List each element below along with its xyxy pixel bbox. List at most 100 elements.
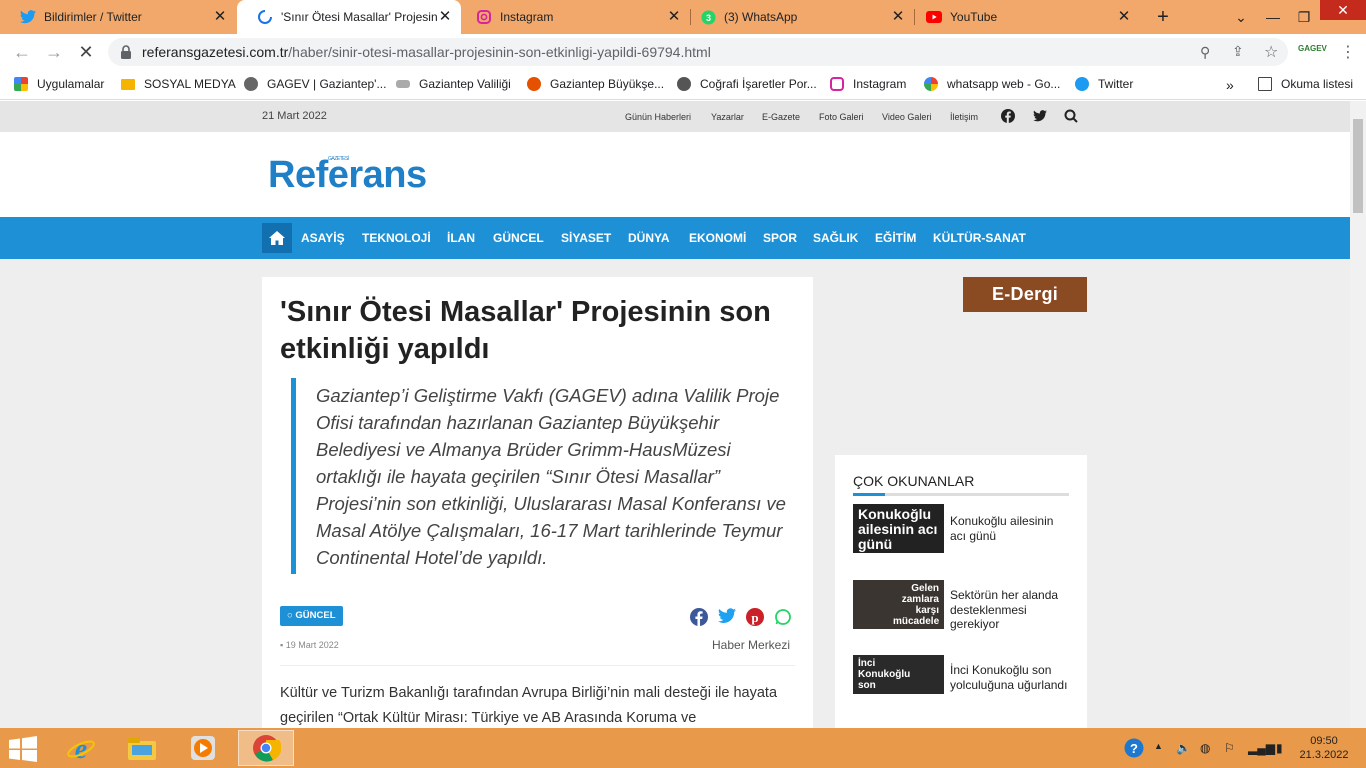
tab-title: (3) WhatsApp: [724, 10, 798, 24]
popular-item[interactable]: Gelen zamlara karşı mücadele Sektörün he…: [853, 580, 1069, 631]
reading-list-button[interactable]: Okuma listesi: [1258, 77, 1353, 91]
lead-text: Gaziantep’i Geliştirme Vakfı (GAGEV) adı…: [316, 385, 786, 568]
top-link[interactable]: Günün Haberleri: [625, 112, 691, 122]
home-button[interactable]: [262, 223, 292, 253]
logo-tagline: GAZETESİ: [328, 156, 349, 162]
windows-start-icon[interactable]: [8, 736, 38, 762]
category-badge[interactable]: ○ GÜNCEL: [280, 606, 343, 626]
bookmark-star-icon[interactable]: ☆: [1264, 42, 1278, 62]
tab-title: Bildirimler / Twitter: [44, 10, 142, 24]
tab-article[interactable]: 'Sınır Ötesi Masallar' Projesinin ✕: [237, 0, 461, 34]
menu-ekonomi[interactable]: EKONOMİ: [689, 231, 746, 245]
bookmark-instagram[interactable]: Instagram: [830, 77, 906, 91]
network-icon[interactable]: ▂▄▆: [1248, 741, 1275, 755]
menu-kultur-sanat[interactable]: KÜLTÜR-SANAT: [933, 231, 1026, 245]
menu-spor[interactable]: SPOR: [763, 231, 797, 245]
tab-strip: Bildirimler / Twitter ✕ 'Sınır Ötesi Mas…: [0, 0, 1366, 34]
top-link[interactable]: Yazarlar: [711, 112, 744, 122]
minimize-button[interactable]: —: [1258, 0, 1288, 34]
clock-time: 09:50: [1310, 735, 1338, 747]
internet-explorer-icon[interactable]: e: [53, 730, 109, 766]
tab-youtube[interactable]: YouTube ✕: [906, 0, 1140, 34]
menu-teknoloji[interactable]: TEKNOLOJİ: [362, 231, 431, 245]
menu-saglik[interactable]: SAĞLIK: [813, 231, 858, 245]
twitter-icon: [20, 9, 36, 25]
share-icon[interactable]: ⇪: [1232, 43, 1244, 60]
close-icon[interactable]: ✕: [890, 9, 906, 25]
edergi-banner[interactable]: E-Dergi: [963, 277, 1087, 312]
twitter-icon[interactable]: [1030, 106, 1050, 126]
menu-icon[interactable]: ⋮: [1340, 42, 1356, 62]
action-center-icon[interactable]: ⚐: [1224, 741, 1235, 755]
page-scrollbar[interactable]: [1350, 101, 1366, 728]
stop-icon[interactable]: ✕: [74, 40, 98, 64]
globe-icon: [677, 77, 691, 91]
help-icon[interactable]: ?: [1124, 738, 1144, 761]
taskbar-clock[interactable]: 09:50 21.3.2022: [1296, 734, 1352, 762]
scrollbar-thumb[interactable]: [1353, 119, 1363, 213]
top-link[interactable]: Foto Galeri: [819, 112, 864, 122]
menu-guncel[interactable]: GÜNCEL: [493, 231, 544, 245]
lock-icon[interactable]: [120, 45, 132, 59]
zoom-icon[interactable]: ⚲: [1200, 44, 1210, 61]
bookmark-social[interactable]: SOSYAL MEDYA: [121, 77, 236, 91]
share-twitter-icon[interactable]: [718, 608, 736, 626]
popular-item[interactable]: Konukoğlu ailesinin acı günü Konukoğlu a…: [853, 504, 1069, 554]
media-player-icon[interactable]: [175, 730, 231, 766]
new-tab-button[interactable]: +: [1150, 0, 1176, 34]
close-icon[interactable]: ✕: [1116, 9, 1132, 25]
tab-whatsapp[interactable]: 3 (3) WhatsApp ✕: [680, 0, 914, 34]
menu-asayis[interactable]: ASAYİŞ: [301, 231, 345, 245]
bookmark-whatsapp-web[interactable]: whatsapp web - Go...: [924, 77, 1060, 91]
clock-date: 21.3.2022: [1299, 749, 1349, 761]
menu-ilan[interactable]: İLAN: [447, 231, 475, 245]
top-link[interactable]: Video Galeri: [882, 112, 931, 122]
tray-expand-icon[interactable]: ▲: [1154, 741, 1163, 751]
close-icon[interactable]: ✕: [437, 9, 453, 25]
menu-egitim[interactable]: EĞİTİM: [875, 231, 916, 245]
file-explorer-icon[interactable]: [114, 730, 170, 766]
top-link[interactable]: E-Gazete: [762, 112, 800, 122]
bookmark-label: Twitter: [1098, 77, 1134, 91]
article-body: Kültür ve Turizm Bakanlığı tarafından Av…: [280, 685, 778, 726]
chrome-taskbar-icon[interactable]: [238, 730, 294, 766]
bookmark-gagev[interactable]: GAGEV | Gaziantep'...: [244, 77, 386, 91]
battery-icon[interactable]: ▮: [1276, 741, 1283, 755]
tab-search-icon[interactable]: ⌄: [1228, 0, 1254, 34]
bookmark-twitter[interactable]: Twitter: [1075, 77, 1133, 91]
reading-list-label: Okuma listesi: [1281, 77, 1354, 91]
restore-button[interactable]: ❐: [1290, 0, 1318, 34]
profile-avatar[interactable]: GAGEV: [1298, 44, 1327, 53]
tab-twitter[interactable]: Bildirimler / Twitter ✕: [0, 0, 236, 34]
url-text[interactable]: referansgazetesi.com.tr/haber/sinir-otes…: [142, 44, 711, 60]
bookmark-cografi[interactable]: Coğrafi İşaretler Por...: [677, 77, 817, 91]
bookmark-buyuksehir[interactable]: Gaziantep Büyükşe...: [527, 77, 664, 91]
share-whatsapp-icon[interactable]: [774, 608, 792, 626]
divider: [280, 665, 795, 666]
url-host: referansgazetesi.com.tr: [142, 44, 289, 60]
facebook-icon[interactable]: [998, 106, 1018, 126]
volume-icon[interactable]: 🔈: [1176, 741, 1191, 755]
menu-dunya[interactable]: DÜNYA: [628, 231, 670, 245]
site-logo[interactable]: Referans GAZETESİ: [268, 154, 427, 197]
back-icon[interactable]: ←: [10, 40, 34, 64]
tab-instagram[interactable]: Instagram ✕: [456, 0, 690, 34]
chrome-tray-icon[interactable]: ◍: [1200, 741, 1210, 755]
article-title: 'Sınır Ötesi Masallar' Projesinin son et…: [280, 296, 771, 365]
menu-siyaset[interactable]: SİYASET: [561, 231, 611, 245]
popular-item[interactable]: İnci Konukoğlu son İnci Konukoğlu son yo…: [853, 655, 1069, 705]
bookmark-apps[interactable]: Uygulamalar: [14, 77, 104, 91]
popular-item-title: İnci Konukoğlu son yolculuğuna uğurlandı: [950, 663, 1068, 692]
forward-icon[interactable]: →: [42, 40, 66, 64]
window-close-button[interactable]: ✕: [1320, 0, 1366, 20]
bookmark-label: GAGEV | Gaziantep'...: [267, 77, 387, 91]
share-pinterest-icon[interactable]: p: [746, 608, 764, 626]
search-icon[interactable]: [1061, 106, 1081, 126]
close-icon[interactable]: ✕: [212, 9, 228, 25]
bookmark-valilik[interactable]: Gaziantep Valiliği: [396, 77, 511, 91]
thumbnail: Konukoğlu ailesinin acı günü: [853, 504, 944, 553]
top-link[interactable]: İletişim: [950, 112, 978, 122]
share-facebook-icon[interactable]: [690, 608, 708, 626]
more-bookmarks-icon[interactable]: »: [1226, 77, 1234, 93]
home-icon: [269, 231, 285, 245]
